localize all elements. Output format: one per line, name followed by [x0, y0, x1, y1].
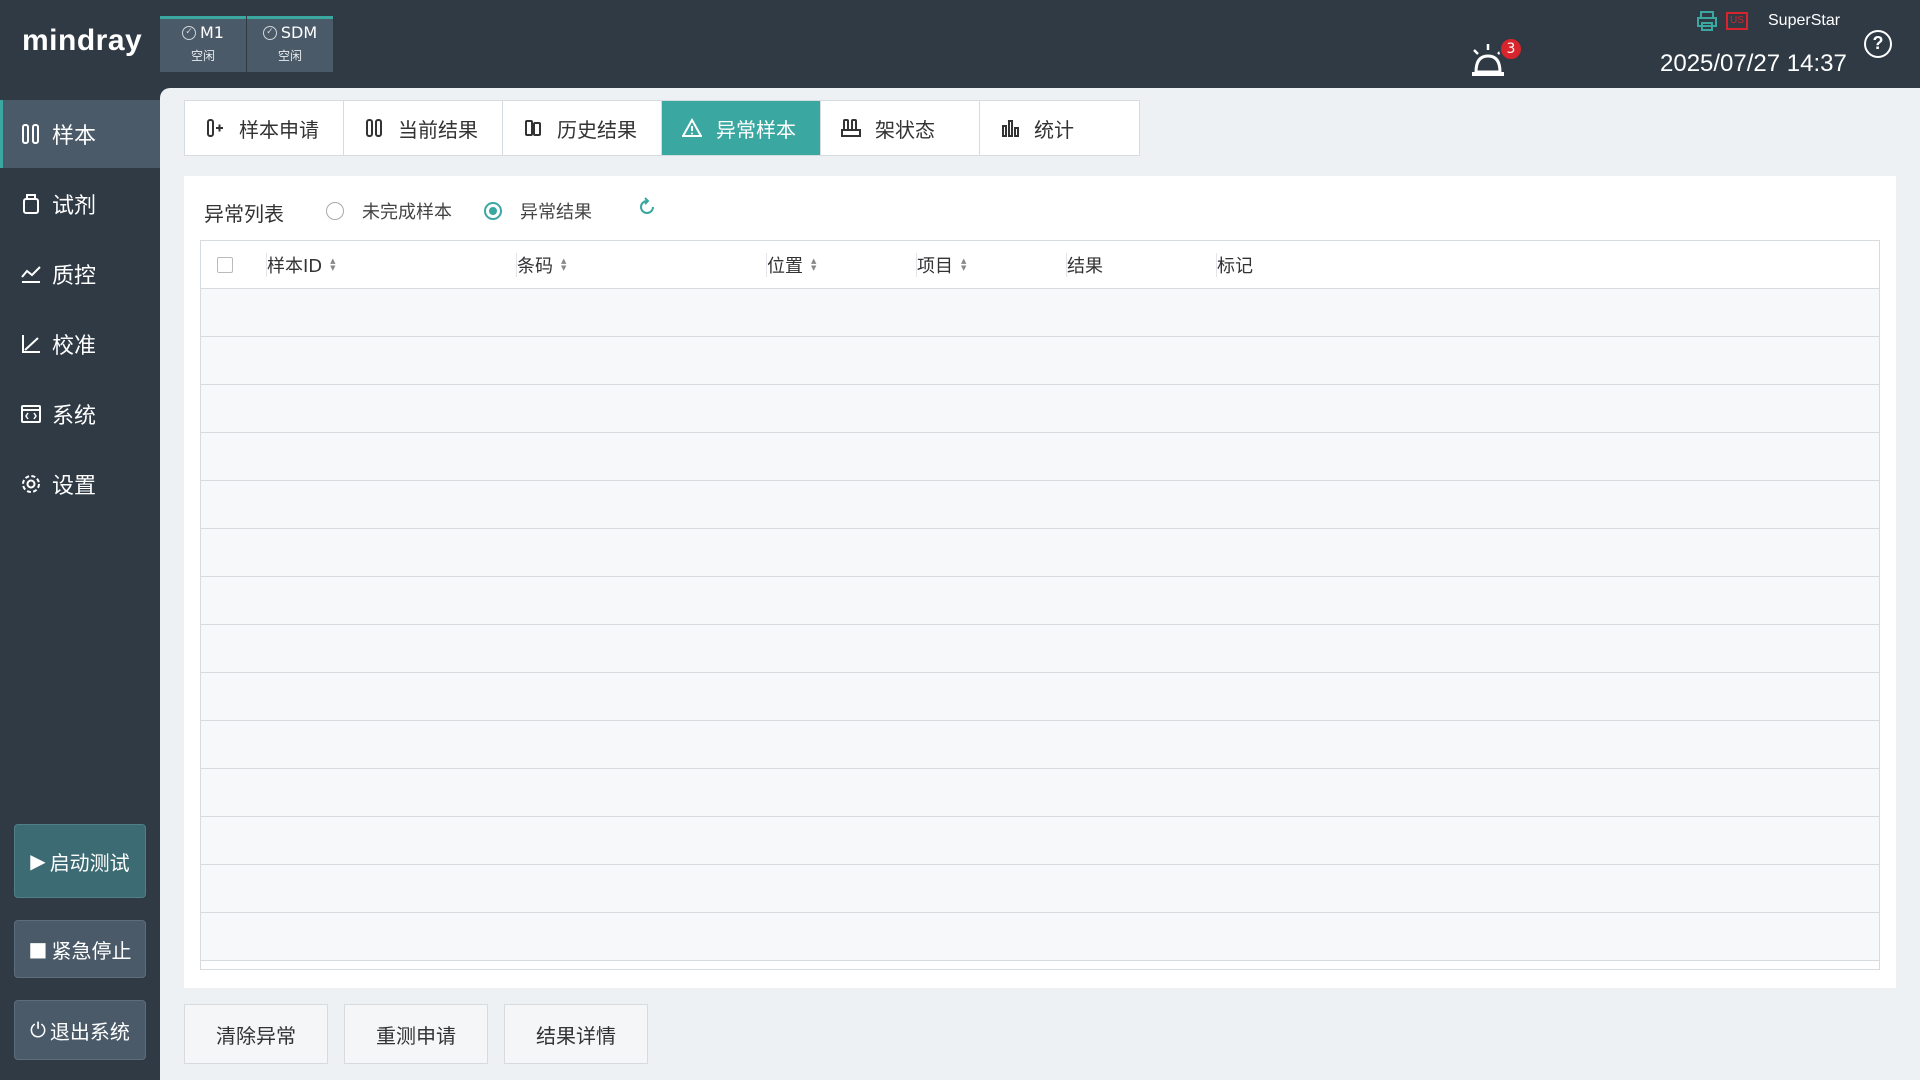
rack-icon: [841, 119, 861, 137]
module-status: 空闲: [190, 49, 215, 63]
tab-bar: 样本申请 当前结果 历史结果 异常样本 架状态 统计: [184, 100, 1140, 156]
tubes-icon: [22, 124, 39, 144]
tab-sample-request[interactable]: 样本申请: [185, 101, 344, 155]
tab-abnormal-samples[interactable]: 异常样本: [662, 101, 821, 155]
table-row[interactable]: [201, 865, 1879, 913]
table-row[interactable]: [201, 673, 1879, 721]
sort-icon[interactable]: ▲ ▼: [811, 258, 816, 272]
sidebar-item-label: 样本: [52, 124, 97, 149]
tubes-icon: [366, 119, 382, 137]
result-details-button[interactable]: 结果详情: [504, 1004, 648, 1064]
column-header-barcode[interactable]: 条码 ▲ ▼: [516, 241, 566, 289]
refresh-icon[interactable]: [636, 196, 658, 218]
radio-circle-selected: [484, 202, 502, 220]
column-header-position[interactable]: 位置 ▲ ▼: [766, 241, 816, 289]
sample-add-icon: [207, 119, 223, 137]
sort-icon[interactable]: ▲ ▼: [561, 258, 566, 272]
table-row[interactable]: [201, 385, 1879, 433]
sidebar-item-sample[interactable]: 样本: [0, 100, 160, 168]
exit-system-button[interactable]: ⏻ 退出系统: [14, 1000, 146, 1060]
gear-icon: [22, 475, 40, 493]
sidebar-item-system[interactable]: 系统: [0, 380, 160, 448]
table-row[interactable]: [201, 913, 1879, 961]
table-row[interactable]: [201, 433, 1879, 481]
check-circle-icon: ✓: [182, 25, 196, 40]
table-row[interactable]: [201, 817, 1879, 865]
sidebar-item-label: 校准: [52, 334, 97, 359]
radio-abnormal-results[interactable]: 异常结果: [484, 198, 592, 224]
tab-current-results[interactable]: 当前结果: [344, 101, 503, 155]
tab-statistics[interactable]: 统计: [980, 101, 1139, 155]
power-icon: ⏻: [30, 1018, 46, 1042]
reagent-bottle-icon: [23, 194, 39, 214]
sidebar-item-reagent[interactable]: 试剂: [0, 170, 160, 238]
sort-icon[interactable]: ▲ ▼: [961, 258, 966, 272]
bar-chart-icon: [1002, 120, 1019, 137]
column-header-item[interactable]: 项目 ▲ ▼: [916, 241, 966, 289]
check-circle-icon: ✓: [262, 25, 277, 40]
main-content: 样本申请 当前结果 历史结果 异常样本 架状态 统计 异常列表 未完成样本 异常…: [160, 88, 1920, 1080]
warning-icon: [682, 118, 702, 137]
table-header: 样本ID ▲ ▼ 条码 ▲ ▼ 位置 ▲ ▼ 项目 ▲ ▼ 结果 标记: [201, 241, 1879, 289]
sidebar: 样本 试剂 质控 校准 系统 设置 ▶ 启动测试 ■ 紧急停止 ⏻ 退出系统: [0, 88, 160, 1080]
module-name: M1: [200, 23, 224, 42]
column-header-result[interactable]: 结果: [1066, 241, 1103, 289]
sidebar-item-qc[interactable]: 质控: [0, 240, 160, 308]
table-row[interactable]: [201, 337, 1879, 385]
radio-circle: [326, 202, 344, 220]
qc-chart-icon: [21, 266, 41, 283]
sidebar-item-label: 试剂: [52, 194, 97, 219]
tab-rack-status[interactable]: 架状态: [821, 101, 980, 155]
table-row[interactable]: [201, 529, 1879, 577]
module-status: 空闲: [277, 49, 302, 63]
current-user[interactable]: SuperStar: [1768, 12, 1840, 30]
module-name: SDM: [280, 23, 318, 42]
table-row[interactable]: [201, 481, 1879, 529]
start-test-button[interactable]: ▶ 启动测试: [14, 824, 146, 898]
top-bar: mindray ✓ M1 空闲 ✓ SDM 空闲 3 US SuperStar …: [0, 0, 1920, 88]
module-m1-status[interactable]: ✓ M1 空闲: [160, 16, 246, 72]
panel-title: 异常列表: [204, 202, 284, 226]
select-all-checkbox[interactable]: [217, 257, 233, 273]
sidebar-item-label: 设置: [52, 474, 97, 499]
column-header-flag[interactable]: 标记: [1216, 241, 1253, 289]
system-code-icon: [21, 405, 41, 423]
system-datetime: 2025/07/27 14:37: [1660, 50, 1847, 77]
module-sdm-status[interactable]: ✓ SDM 空闲: [247, 16, 333, 72]
sidebar-item-settings[interactable]: 设置: [0, 450, 160, 518]
table-row[interactable]: [201, 769, 1879, 817]
tab-history-results[interactable]: 历史结果: [503, 101, 662, 155]
sidebar-item-calibration[interactable]: 校准: [0, 310, 160, 378]
sidebar-item-label: 质控: [52, 264, 97, 289]
sidebar-item-label: 系统: [52, 404, 97, 429]
radio-incomplete-samples[interactable]: 未完成样本: [326, 198, 452, 224]
stop-icon: ■: [28, 937, 48, 961]
usb-status-icon: US: [1726, 12, 1748, 30]
clear-abnormal-button[interactable]: 清除异常: [184, 1004, 328, 1064]
column-header-sample-id[interactable]: 样本ID ▲ ▼: [266, 241, 336, 289]
retest-request-button[interactable]: 重测申请: [344, 1004, 488, 1064]
abnormal-list-panel: 异常列表 未完成样本 异常结果 样本ID ▲ ▼ 条码 ▲ ▼ 位置 ▲ ▼ 项…: [184, 176, 1896, 988]
table-row[interactable]: [201, 721, 1879, 769]
history-icon: [525, 120, 541, 136]
abnormal-samples-table: 样本ID ▲ ▼ 条码 ▲ ▼ 位置 ▲ ▼ 项目 ▲ ▼ 结果 标记: [200, 240, 1880, 970]
emergency-stop-button[interactable]: ■ 紧急停止: [14, 920, 146, 978]
table-row[interactable]: [201, 577, 1879, 625]
sort-icon[interactable]: ▲ ▼: [330, 258, 335, 272]
printer-icon[interactable]: [1696, 10, 1718, 32]
calibration-chart-icon: [22, 335, 40, 353]
table-row[interactable]: [201, 289, 1879, 337]
alarm-count-badge: 3: [1499, 37, 1523, 61]
table-row[interactable]: [201, 625, 1879, 673]
play-icon: ▶: [30, 849, 46, 873]
help-icon[interactable]: ?: [1864, 30, 1892, 58]
brand-logo: mindray: [22, 24, 143, 57]
